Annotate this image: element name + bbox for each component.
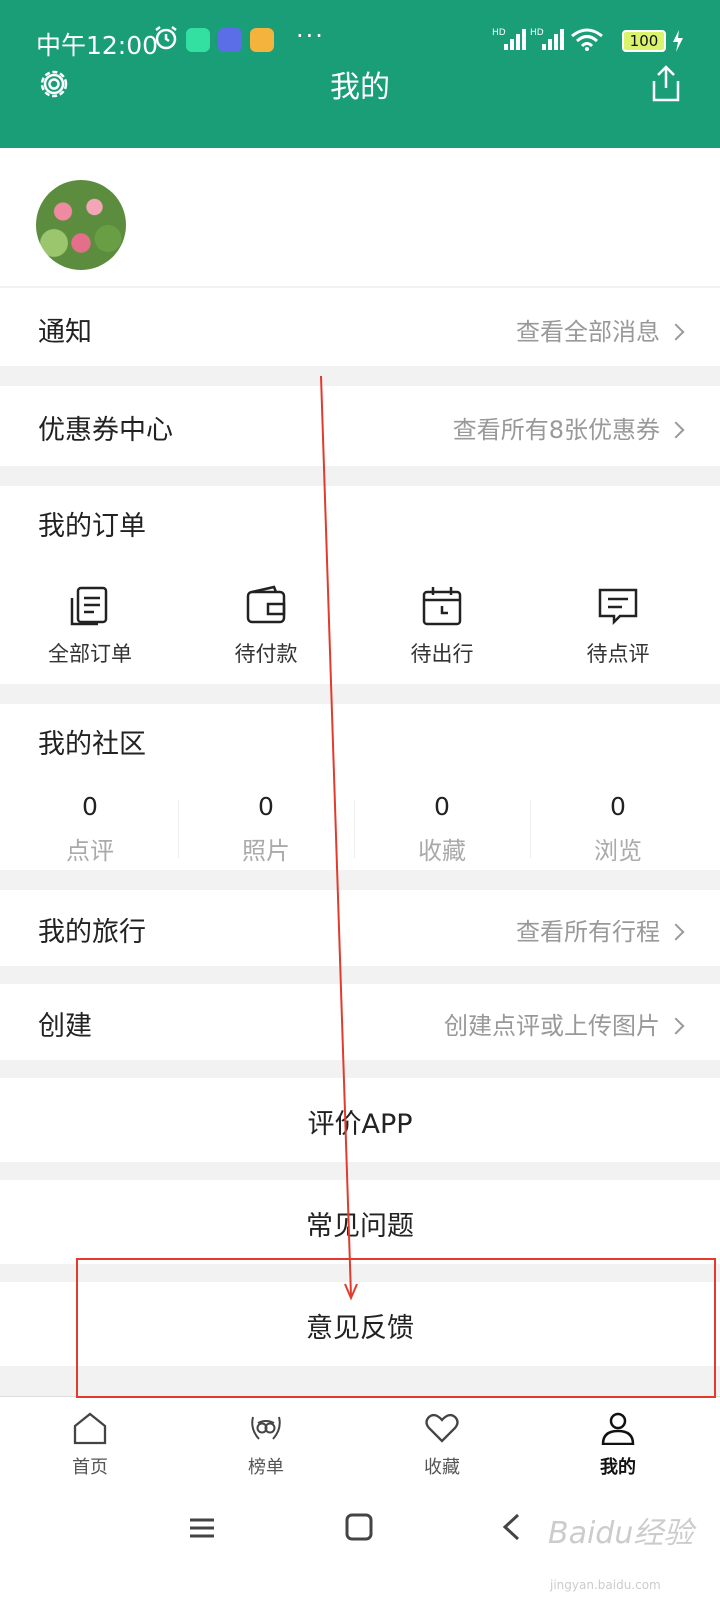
annotation-highlight-box (76, 1258, 716, 1398)
baidu-watermark: Baidu经验 (548, 1516, 694, 1551)
baidu-watermark-url: jingyan.baidu.com (550, 1578, 661, 1592)
